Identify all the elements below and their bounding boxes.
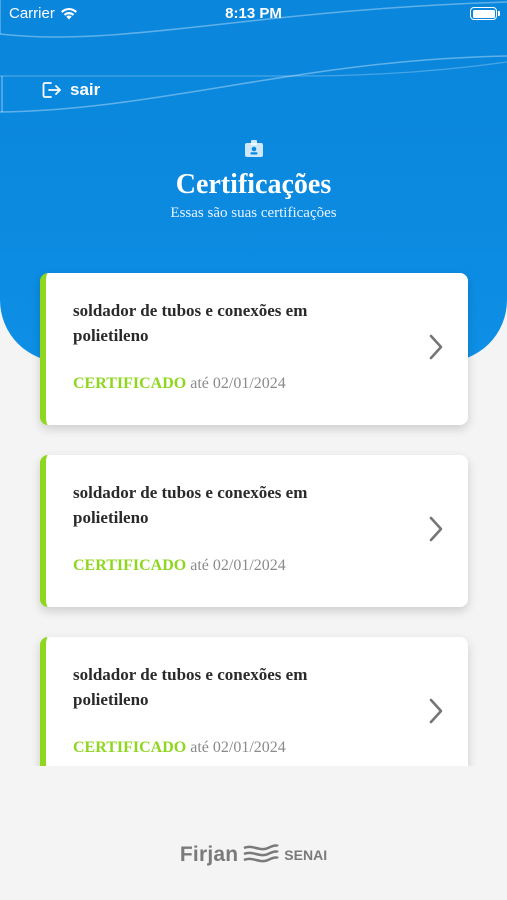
chevron-right-icon — [429, 516, 443, 542]
logo-waves-icon — [243, 844, 280, 863]
page-title: Certificações — [175, 169, 332, 200]
logo-senai-text: SENAI — [284, 847, 328, 863]
footer-logo: Firjan SENAI — [0, 843, 507, 867]
certification-validity: até 02/01/2024 — [190, 375, 286, 392]
logout-label: sair — [70, 80, 101, 99]
battery-icon — [470, 7, 500, 20]
logout-icon — [42, 82, 61, 98]
certification-status: CERTIFICADO — [73, 557, 187, 574]
certification-list[interactable]: soldador de tubos e conexões em polietil… — [0, 262, 507, 766]
certification-status: CERTIFICADO — [73, 375, 187, 392]
certification-course: soldador de tubos e conexões em polietil… — [73, 301, 308, 345]
certification-validity: até 02/01/2024 — [190, 739, 286, 756]
page-header: Certificações Essas são suas certificaçõ… — [0, 140, 507, 222]
page-subtitle: Essas são suas certificações — [170, 205, 337, 221]
certification-card[interactable]: soldador de tubos e conexões em polietil… — [40, 455, 468, 607]
certification-validity: até 02/01/2024 — [190, 557, 286, 574]
certification-status-line: CERTIFICADO até 02/01/2024 — [73, 557, 286, 575]
certification-course: soldador de tubos e conexões em polietil… — [73, 483, 308, 527]
certification-card[interactable]: soldador de tubos e conexões em polietil… — [40, 637, 468, 766]
logout-button[interactable]: sair — [42, 80, 100, 100]
chevron-right-icon — [429, 698, 443, 724]
certificate-badge-icon — [244, 140, 263, 157]
certification-status-line: CERTIFICADO até 02/01/2024 — [73, 375, 286, 393]
status-time: 8:13 PM — [225, 5, 282, 22]
logo-firjan-text: Firjan — [179, 843, 239, 866]
certification-status-line: CERTIFICADO até 02/01/2024 — [73, 739, 286, 757]
chevron-right-icon — [429, 334, 443, 360]
certification-status: CERTIFICADO — [73, 739, 187, 756]
certification-course: soldador de tubos e conexões em polietil… — [73, 665, 308, 709]
certification-card[interactable]: soldador de tubos e conexões em polietil… — [40, 273, 468, 425]
status-bar: Carrier 8:13 PM — [0, 0, 507, 30]
